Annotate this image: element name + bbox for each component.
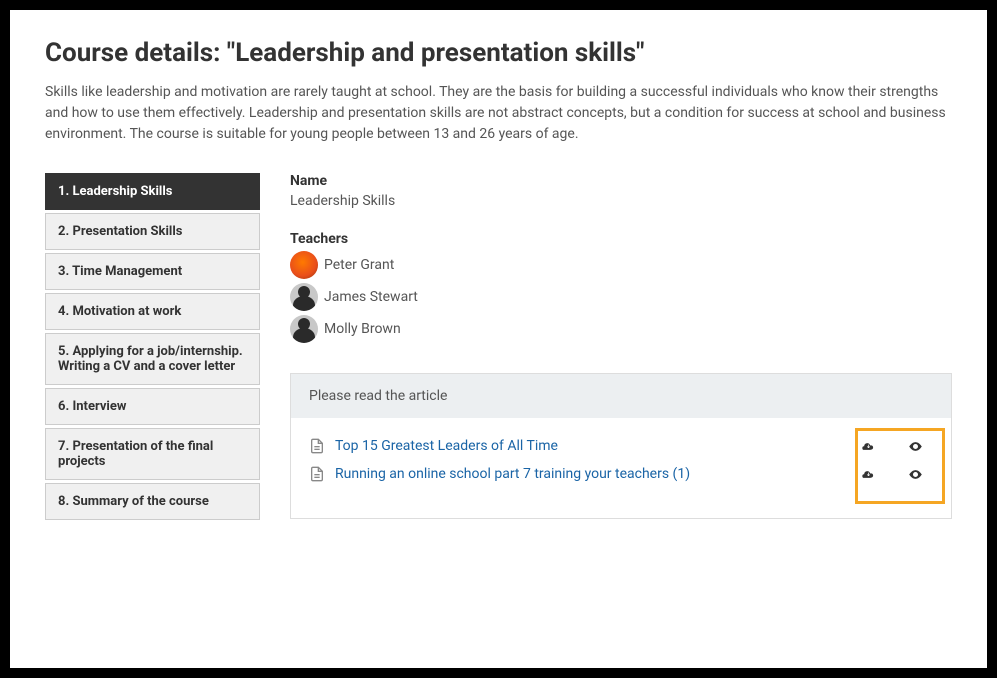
teacher-name: Peter Grant bbox=[324, 257, 394, 273]
page-title: Course details: "Leadership and presenta… bbox=[45, 38, 952, 68]
teacher-name: Molly Brown bbox=[324, 321, 401, 337]
content-columns: 1. Leadership Skills 2. Presentation Ski… bbox=[45, 173, 952, 523]
sidebar-item-2[interactable]: 2. Presentation Skills bbox=[45, 213, 260, 250]
file-row: Top 15 Greatest Leaders of All Time bbox=[309, 432, 933, 460]
sidebar-item-1[interactable]: 1. Leadership Skills bbox=[45, 173, 260, 210]
sidebar-item-5[interactable]: 5. Applying for a job/internship. Writin… bbox=[45, 333, 260, 385]
avatar bbox=[290, 251, 318, 279]
teacher-row: Peter Grant bbox=[290, 251, 952, 279]
document-icon bbox=[309, 438, 325, 454]
sidebar-item-8[interactable]: 8. Summary of the course bbox=[45, 483, 260, 520]
page-frame: Course details: "Leadership and presenta… bbox=[10, 10, 987, 668]
avatar bbox=[290, 283, 318, 311]
articles-card: Please read the article Top 15 Greatest … bbox=[290, 373, 952, 519]
download-icon[interactable] bbox=[861, 467, 876, 482]
avatar bbox=[290, 315, 318, 343]
file-link[interactable]: Top 15 Greatest Leaders of All Time bbox=[335, 438, 558, 454]
name-value: Leadership Skills bbox=[290, 193, 952, 209]
name-label: Name bbox=[290, 173, 952, 189]
file-actions bbox=[861, 467, 933, 482]
file-row: Running an online school part 7 training… bbox=[309, 460, 933, 488]
teachers-label: Teachers bbox=[290, 231, 952, 247]
download-icon[interactable] bbox=[861, 439, 876, 454]
sidebar-item-3[interactable]: 3. Time Management bbox=[45, 253, 260, 290]
teacher-name: James Stewart bbox=[324, 289, 418, 305]
articles-body: Top 15 Greatest Leaders of All Time Runn… bbox=[291, 418, 951, 518]
document-icon bbox=[309, 466, 325, 482]
eye-icon[interactable] bbox=[908, 467, 923, 482]
sidebar-item-4[interactable]: 4. Motivation at work bbox=[45, 293, 260, 330]
articles-header: Please read the article bbox=[291, 374, 951, 418]
teacher-row: Molly Brown bbox=[290, 315, 952, 343]
main-panel: Name Leadership Skills Teachers Peter Gr… bbox=[290, 173, 952, 523]
sidebar-item-7[interactable]: 7. Presentation of the final projects bbox=[45, 428, 260, 480]
course-intro: Skills like leadership and motivation ar… bbox=[45, 82, 952, 145]
module-sidebar: 1. Leadership Skills 2. Presentation Ski… bbox=[45, 173, 260, 523]
teacher-row: James Stewart bbox=[290, 283, 952, 311]
file-actions bbox=[861, 439, 933, 454]
teacher-list: Peter Grant James Stewart Molly Brown bbox=[290, 251, 952, 343]
sidebar-item-6[interactable]: 6. Interview bbox=[45, 388, 260, 425]
file-link[interactable]: Running an online school part 7 training… bbox=[335, 466, 690, 482]
eye-icon[interactable] bbox=[908, 439, 923, 454]
